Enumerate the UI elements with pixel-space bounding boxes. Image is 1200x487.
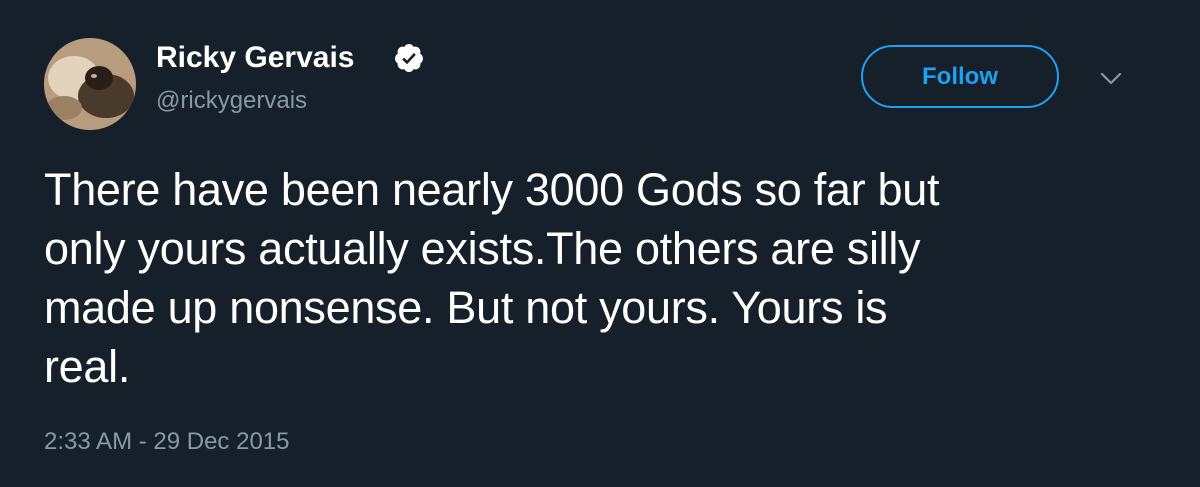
avatar[interactable] bbox=[44, 38, 136, 130]
chevron-down-icon[interactable] bbox=[1097, 66, 1125, 90]
display-name[interactable]: Ricky Gervais bbox=[156, 40, 354, 76]
tweet-text-line: made up nonsense. But not yours. Yours i… bbox=[44, 282, 888, 333]
tweet-card: Ricky Gervais @rickygervais Follow There… bbox=[0, 0, 1200, 487]
tweet-text-line: only yours actually exists.The others ar… bbox=[44, 223, 921, 274]
tweet-text-line: real. bbox=[44, 341, 131, 392]
follow-button[interactable]: Follow bbox=[861, 45, 1059, 108]
user-handle[interactable]: @rickygervais bbox=[156, 86, 307, 116]
verified-badge-icon bbox=[395, 44, 423, 72]
avatar-image bbox=[44, 38, 136, 130]
tweet-text: There have been nearly 3000 Gods so far … bbox=[44, 160, 1154, 396]
tweet-timestamp[interactable]: 2:33 AM - 29 Dec 2015 bbox=[44, 427, 289, 457]
tweet-text-line: There have been nearly 3000 Gods so far … bbox=[44, 164, 940, 215]
